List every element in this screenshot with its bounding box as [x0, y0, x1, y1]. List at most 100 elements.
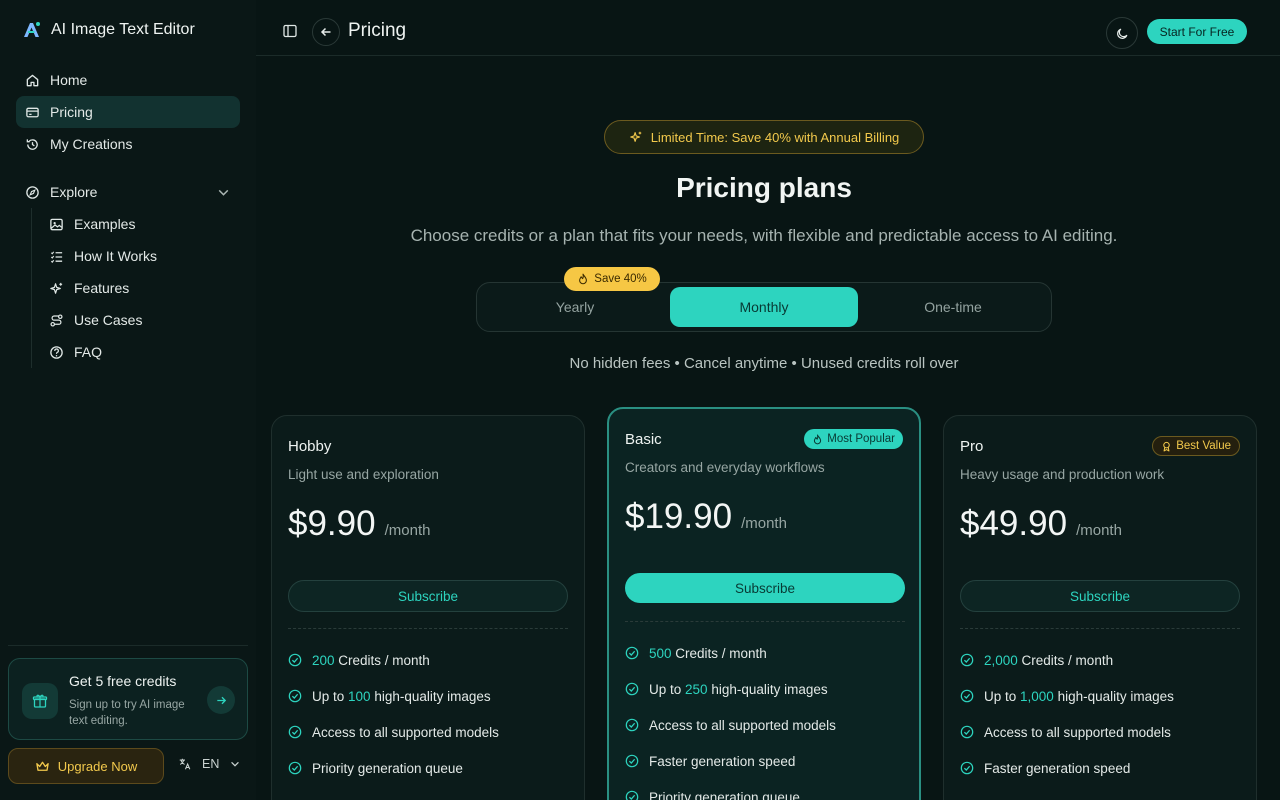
feature-item: Up to 250 high-quality images — [625, 671, 836, 707]
price-period: /month — [741, 515, 787, 532]
billing-option-monthly[interactable]: Monthly — [670, 287, 858, 327]
banner-text: Limited Time: Save 40% with Annual Billi… — [650, 129, 900, 145]
check-circle-icon — [288, 689, 302, 703]
promo-subtitle: Sign up to try AI image text editing. — [69, 699, 185, 727]
check-circle-icon — [625, 718, 639, 732]
divider — [288, 628, 568, 629]
sidebar-item-my-creations[interactable]: My Creations — [16, 128, 240, 160]
subscribe-button-pro[interactable]: Subscribe — [960, 580, 1240, 612]
feature-item: Up to 1,000 high-quality images — [960, 678, 1174, 714]
feature-text-part: Access to all supported models — [312, 724, 499, 740]
plan-price: $19.90 /month — [625, 497, 787, 537]
billing-toggle: Yearly Monthly One-time — [476, 282, 1052, 332]
arrow-left-icon — [320, 27, 331, 37]
sidebar-item-label: Examples — [74, 216, 136, 232]
feature-text: Access to all supported models — [649, 718, 836, 733]
feature-text: Up to 1,000 high-quality images — [984, 689, 1174, 704]
plan-card-basic: Basic Most Popular Creators and everyday… — [607, 407, 921, 800]
compass-icon — [25, 185, 40, 200]
plan-card-pro: Pro Best Value Heavy usage and productio… — [943, 415, 1257, 800]
check-circle-icon — [960, 689, 974, 703]
price-period: /month — [384, 522, 431, 539]
feature-highlight: 100 — [348, 688, 371, 704]
feature-text-part: Faster generation speed — [984, 760, 1131, 776]
check-circle-icon — [625, 790, 639, 800]
feature-text: 200 Credits / month — [312, 653, 430, 668]
history-icon — [25, 137, 40, 152]
subscribe-button-basic[interactable]: Subscribe — [625, 573, 905, 603]
sidebar-item-use-cases[interactable]: Use Cases — [40, 304, 240, 336]
sidebar-explore-toggle[interactable]: Explore — [16, 176, 240, 208]
feature-item: Access to all supported models — [960, 714, 1174, 750]
list-icon — [49, 249, 64, 264]
sidebar-item-how-it-works[interactable]: How It Works — [40, 240, 240, 272]
price-amount: $19.90 — [625, 497, 733, 536]
sidebar-item-examples[interactable]: Examples — [40, 208, 240, 240]
sidebar-item-label: How It Works — [74, 248, 157, 264]
top-header: Pricing Start For Free — [256, 0, 1280, 56]
divider — [625, 621, 905, 622]
plan-name: Hobby — [288, 438, 332, 455]
feature-text: Faster generation speed — [649, 754, 795, 769]
feature-item: 200 Credits / month — [288, 642, 499, 678]
arrow-right-icon[interactable] — [207, 686, 235, 714]
upgrade-now-button[interactable]: Upgrade Now — [8, 748, 164, 784]
sidebar-item-pricing[interactable]: Pricing — [16, 96, 240, 128]
language-selector[interactable]: EN — [178, 757, 241, 771]
plan-name: Basic — [625, 431, 662, 448]
sidebar-item-features[interactable]: Features — [40, 272, 240, 304]
crown-icon — [35, 759, 50, 774]
check-circle-icon — [625, 682, 639, 696]
feature-text-part: Up to — [312, 688, 349, 704]
best-value-badge: Best Value — [1152, 436, 1240, 456]
feature-highlight: 500 — [649, 645, 672, 661]
feature-text-part: Access to all supported models — [649, 717, 836, 733]
home-icon — [25, 73, 40, 88]
feature-item: Priority generation queue — [288, 750, 499, 786]
brand[interactable]: AI Image Text Editor — [22, 20, 195, 40]
fees-note: No hidden fees • Cancel anytime • Unused… — [569, 355, 959, 372]
sidebar-item-label: Explore — [50, 184, 98, 200]
billing-option-yearly[interactable]: Yearly — [481, 287, 669, 327]
feature-highlight: 2,000 — [984, 652, 1018, 668]
sidebar-item-label: Home — [50, 72, 88, 88]
plan-price: $9.90 /month — [288, 504, 430, 544]
language-code: EN — [202, 757, 220, 771]
plan-card-hobby: Hobby Light use and exploration $9.90 /m… — [271, 415, 585, 800]
chevron-down-icon — [229, 758, 241, 770]
check-circle-icon — [625, 754, 639, 768]
back-button[interactable] — [312, 18, 340, 46]
limited-time-banner: Limited Time: Save 40% with Annual Billi… — [604, 120, 924, 154]
subscribe-button-hobby[interactable]: Subscribe — [288, 580, 568, 612]
feature-item: 2,000 Credits / month — [960, 642, 1174, 678]
flame-icon — [577, 273, 589, 285]
sparkles-icon — [49, 281, 64, 296]
feature-list: 200 Credits / month Up to 100 high-qualit… — [288, 642, 499, 786]
start-for-free-button[interactable]: Start For Free — [1147, 19, 1247, 44]
check-circle-icon — [960, 653, 974, 667]
feature-text-part: Up to — [649, 681, 686, 697]
promo-title: Get 5 free credits — [69, 673, 177, 689]
sidebar-item-home[interactable]: Home — [16, 64, 240, 96]
sidebar-item-label: My Creations — [50, 136, 133, 152]
page-title: Pricing — [348, 20, 407, 41]
feature-text: Up to 100 high-quality images — [312, 689, 491, 704]
pricing-subtitle: Choose credits or a plan that fits your … — [410, 226, 1118, 245]
card-icon — [25, 105, 40, 120]
sidebar-toggle-icon[interactable] — [282, 23, 298, 39]
theme-toggle-button[interactable] — [1106, 17, 1138, 49]
save-badge-text: Save 40% — [594, 273, 647, 285]
plan-description: Heavy usage and production work — [960, 467, 1165, 482]
image-icon — [49, 217, 64, 232]
explore-tree-line — [31, 208, 32, 368]
sidebar-item-faq[interactable]: FAQ — [40, 336, 240, 368]
brand-name: AI Image Text Editor — [51, 21, 195, 38]
flame-icon — [812, 434, 823, 445]
feature-text: Priority generation queue — [312, 761, 463, 776]
check-circle-icon — [288, 653, 302, 667]
free-credits-promo[interactable]: Get 5 free credits Sign up to try AI ima… — [8, 658, 248, 740]
help-icon — [49, 345, 64, 360]
billing-option-one-time[interactable]: One-time — [859, 287, 1047, 327]
medal-icon — [1161, 441, 1172, 452]
sidebar-item-label: Pricing — [50, 104, 93, 120]
